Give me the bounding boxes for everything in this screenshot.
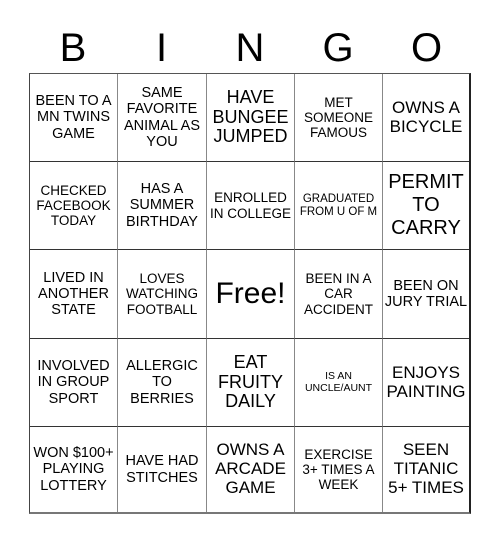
bingo-cell[interactable]: OWNS A BICYCLE [383,74,469,162]
bingo-cell[interactable]: CHECKED FACEBOOK TODAY [30,162,118,250]
bingo-cell[interactable]: ALLERGIC TO BERRIES [118,339,207,427]
cell-text: SEEN TITANIC 5+ TIMES [388,440,464,497]
bingo-cell[interactable]: SEEN TITANIC 5+ TIMES [383,427,469,512]
cell-text: HAS A SUMMER BIRTHDAY [126,181,198,230]
bingo-cell[interactable]: BEEN TO A MN TWINS GAME [30,74,118,162]
cell-text: ENJOYS PAINTING [386,362,466,401]
bingo-cell[interactable]: BEEN ON JURY TRIAL [383,250,469,339]
cell-text: GRADUATED FROM U OF M [299,192,378,218]
cell-text: EXERCISE 3+ TIMES A WEEK [302,446,375,493]
cell-text: PERMIT TO CARRY [388,171,464,239]
bingo-cell[interactable]: WON $100+ PLAYING LOTTERY [30,427,118,512]
bingo-cell[interactable]: PERMIT TO CARRY [383,162,469,250]
cell-text: OWNS A BICYCLE [389,97,463,136]
bingo-cell[interactable]: LIVED IN ANOTHER STATE [30,250,118,339]
cell-text: IS AN UNCLE/AUNT [304,369,373,394]
cell-text: BEEN TO A MN TWINS GAME [35,93,112,142]
bingo-cell[interactable]: OWNS A ARCADE GAME [207,427,295,512]
bingo-cell[interactable]: SAME FAVORITE ANIMAL AS YOU [118,74,207,162]
bingo-cell[interactable]: HAVE BUNGEE JUMPED [207,74,295,162]
cell-text: LOVES WATCHING FOOTBALL [126,271,198,317]
bingo-cell[interactable]: BEEN IN A CAR ACCIDENT [295,250,383,339]
cell-text: SAME FAVORITE ANIMAL AS YOU [123,85,201,150]
bingo-cell[interactable]: ENJOYS PAINTING [383,339,469,427]
bingo-cell[interactable]: LOVES WATCHING FOOTBALL [118,250,207,339]
cell-text: BEEN IN A CAR ACCIDENT [303,271,373,317]
bingo-board: BEEN TO A MN TWINS GAME SAME FAVORITE AN… [29,73,471,514]
cell-text: CHECKED FACEBOOK TODAY [36,182,111,229]
header-letter-b: B [59,26,87,70]
cell-text: HAVE BUNGEE JUMPED [212,86,289,147]
bingo-cell[interactable]: ENROLLED IN COLLEGE [207,162,295,250]
bingo-header: B I N G O [29,24,471,72]
cell-text: WON $100+ PLAYING LOTTERY [33,445,114,494]
cell-text: LIVED IN ANOTHER STATE [38,269,109,319]
cell-text: OWNS A ARCADE GAME [215,440,286,497]
bingo-cell[interactable]: GRADUATED FROM U OF M [295,162,383,250]
bingo-cell[interactable]: HAS A SUMMER BIRTHDAY [118,162,207,250]
bingo-cell[interactable]: EAT FRUITY DAILY [207,339,295,427]
cell-text: HAVE HAD STITCHES [125,453,199,486]
cell-text: INVOLVED IN GROUP SPORT [37,358,110,407]
header-letter-i: I [155,26,168,70]
free-space-cell[interactable]: Free! [207,250,295,339]
bingo-cell[interactable]: MET SOMEONE FAMOUS [295,74,383,162]
cell-text: BEEN ON JURY TRIAL [384,277,468,310]
free-space-text: Free! [215,277,286,311]
cell-text: MET SOMEONE FAMOUS [303,94,373,141]
header-letter-g: G [322,26,354,70]
cell-text: EAT FRUITY DAILY [218,351,283,412]
bingo-cell[interactable]: EXERCISE 3+ TIMES A WEEK [295,427,383,512]
header-letter-o: O [410,26,443,70]
header-letter-n: N [235,26,265,70]
cell-text: ALLERGIC TO BERRIES [126,358,198,407]
bingo-cell[interactable]: INVOLVED IN GROUP SPORT [30,339,118,427]
bingo-cell[interactable]: IS AN UNCLE/AUNT [295,339,383,427]
cell-text: ENROLLED IN COLLEGE [209,190,292,221]
bingo-cell[interactable]: HAVE HAD STITCHES [118,427,207,512]
